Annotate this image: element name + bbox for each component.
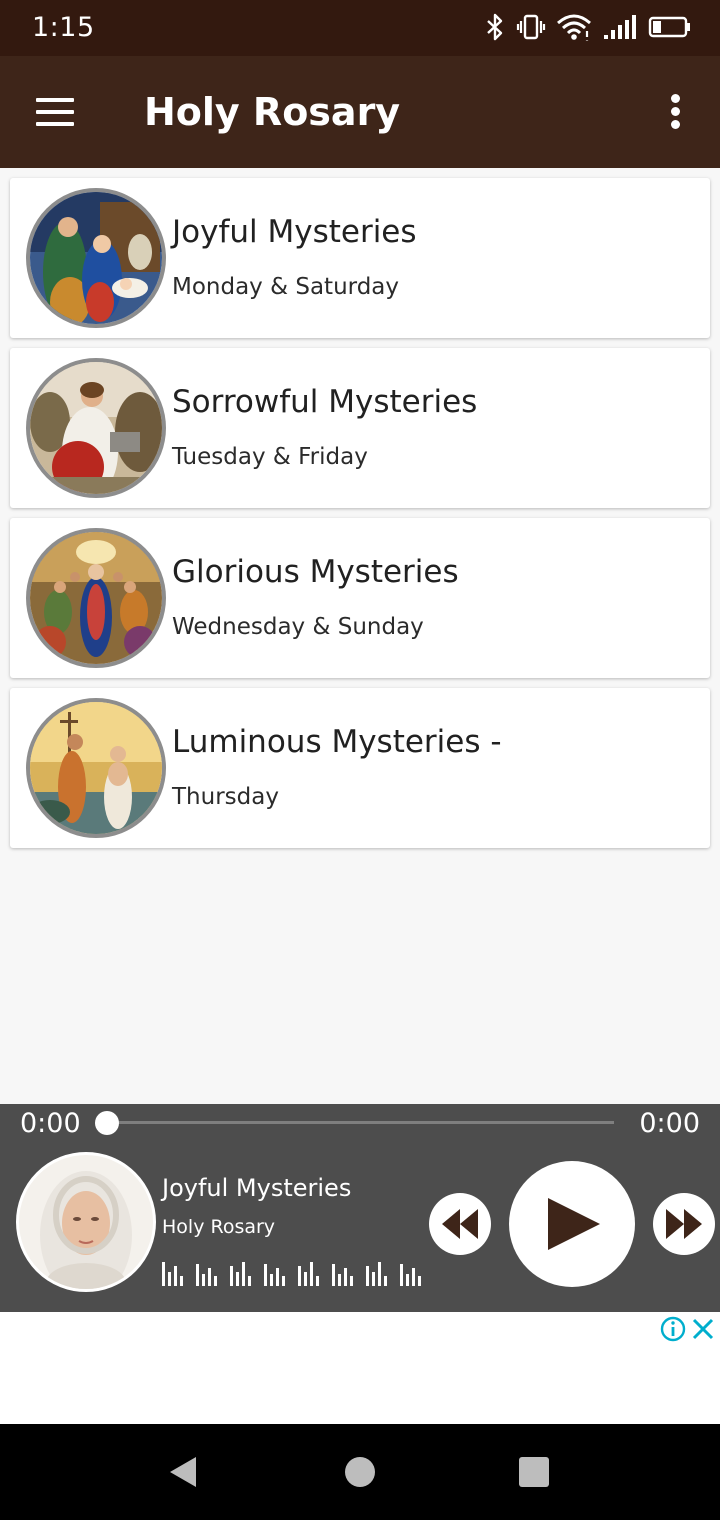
status-bar: 1:15 — [0, 0, 720, 56]
more-vert-icon[interactable] — [662, 92, 690, 132]
mystery-card-glorious[interactable]: Glorious Mysteries Wednesday & Sunday — [10, 518, 710, 678]
elapsed-time: 0:00 — [20, 1108, 81, 1139]
mystery-days: Monday & Saturday — [172, 274, 400, 300]
nativity-painting — [26, 188, 166, 328]
fast-forward-icon — [666, 1209, 702, 1239]
app-title: Holy Rosary — [144, 90, 401, 134]
fast-forward-button[interactable] — [653, 1193, 715, 1255]
mystery-title: Joyful Mysteries — [172, 214, 417, 250]
mystery-days: Wednesday & Sunday — [172, 614, 424, 640]
play-button[interactable] — [509, 1161, 635, 1287]
equalizer-icon — [162, 1258, 422, 1286]
mystery-title: Luminous Mysteries - — [172, 724, 502, 760]
status-icons — [484, 13, 692, 46]
system-nav-bar — [0, 1424, 720, 1520]
virgin-mary-portrait — [16, 1152, 156, 1292]
rewind-button[interactable] — [429, 1193, 491, 1255]
cell-signal-icon — [602, 13, 638, 46]
home-icon[interactable] — [342, 1454, 378, 1490]
status-time: 1:15 — [32, 12, 95, 43]
mystery-days: Thursday — [172, 784, 279, 810]
ad-close-icon[interactable] — [690, 1316, 716, 1342]
recents-icon[interactable] — [516, 1454, 552, 1490]
baptism-of-jesus-painting — [26, 698, 166, 838]
total-time: 0:00 — [639, 1108, 700, 1139]
play-icon — [548, 1198, 600, 1250]
now-playing-artist: Holy Rosary — [162, 1216, 276, 1238]
mystery-card-luminous[interactable]: Luminous Mysteries - Thursday — [10, 688, 710, 848]
mystery-days: Tuesday & Friday — [172, 444, 368, 470]
pentecost-painting — [26, 528, 166, 668]
battery-icon — [648, 13, 692, 46]
app-bar: Holy Rosary — [0, 56, 720, 168]
mystery-title: Sorrowful Mysteries — [172, 384, 478, 420]
mystery-title: Glorious Mysteries — [172, 554, 459, 590]
mystery-card-joyful[interactable]: Joyful Mysteries Monday & Saturday — [10, 178, 710, 338]
audio-player: 0:00 0:00 Joyful Mysteries Holy Rosary — [0, 1104, 720, 1312]
wifi-icon — [556, 13, 592, 46]
seek-thumb[interactable] — [95, 1111, 119, 1135]
now-playing-title: Joyful Mysteries — [162, 1174, 352, 1202]
hamburger-menu-icon[interactable] — [36, 96, 76, 128]
back-icon[interactable] — [166, 1454, 202, 1490]
ad-info-icon[interactable] — [660, 1316, 686, 1342]
rewind-icon — [442, 1209, 478, 1239]
bluetooth-icon — [484, 13, 506, 46]
mystery-card-sorrowful[interactable]: Sorrowful Mysteries Tuesday & Friday — [10, 348, 710, 508]
agony-in-garden-painting — [26, 358, 166, 498]
seek-bar[interactable] — [106, 1121, 614, 1124]
ad-banner[interactable] — [0, 1312, 720, 1424]
vibrate-icon — [516, 13, 546, 46]
